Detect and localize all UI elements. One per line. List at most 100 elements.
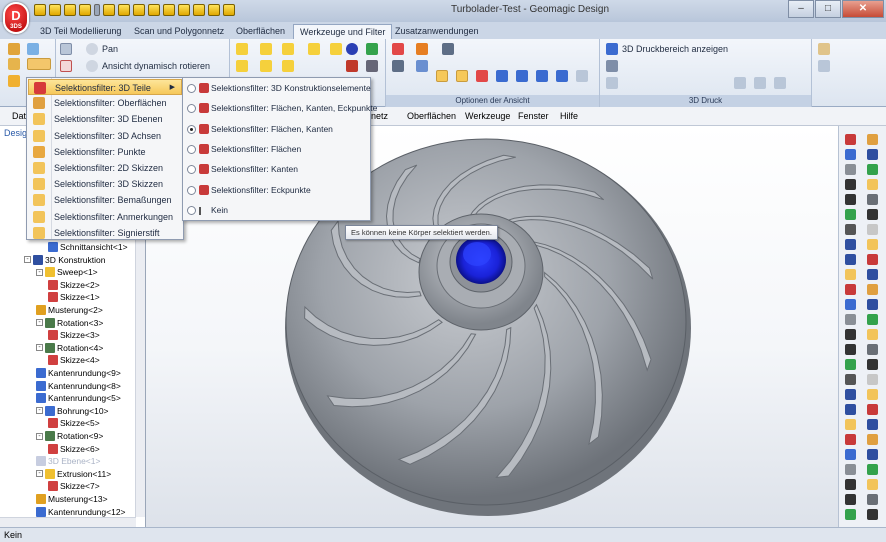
tree-item[interactable]: Kantenrundung<8>: [36, 380, 121, 392]
tree-item[interactable]: - Rotation<3>: [36, 317, 103, 329]
toolbar-tool-icon[interactable]: [867, 134, 878, 145]
tree-item[interactable]: Kantenrundung<12>: [36, 506, 126, 518]
tree-item[interactable]: Kantenrundung<9>: [36, 367, 121, 379]
toolbar-tool-icon[interactable]: [845, 374, 856, 385]
toolbar-tool-icon[interactable]: [867, 314, 878, 325]
tree-item[interactable]: Musterung<2>: [36, 304, 103, 316]
view-option-icon-1[interactable]: [392, 43, 404, 55]
radio-icon[interactable]: [187, 185, 196, 195]
toolbar-tool-icon[interactable]: [867, 434, 878, 445]
radio-icon[interactable]: [187, 84, 196, 93]
tree-item[interactable]: Skizze<2>: [48, 279, 100, 291]
toolbar-tool-icon[interactable]: [845, 449, 856, 460]
tree-item[interactable]: Musterung<13>: [36, 493, 108, 505]
tree-item[interactable]: - Extrusion<11>: [36, 468, 111, 480]
open-icon[interactable]: [49, 4, 61, 16]
toolbar-tool-icon[interactable]: [845, 179, 856, 190]
display-icon-4[interactable]: [282, 60, 294, 72]
toolbar-tool-icon[interactable]: [845, 269, 856, 280]
display-icon-2[interactable]: [236, 60, 248, 72]
selection-filter-item[interactable]: Selektionsfilter: 2D Skizzen: [28, 160, 182, 176]
toolbar-tool-icon[interactable]: [867, 164, 878, 175]
selection-filter-item[interactable]: Selektionsfilter: Punkte: [28, 144, 182, 160]
menu-window[interactable]: Fenster: [518, 111, 549, 121]
radio-icon[interactable]: [187, 205, 196, 215]
print-option-icon-2[interactable]: [754, 77, 766, 89]
toolbar-tool-icon[interactable]: [867, 359, 878, 370]
radio-icon[interactable]: [187, 104, 196, 114]
toolbar-tool-icon[interactable]: [845, 239, 856, 250]
rotate-button[interactable]: Ansicht dynamisch rotieren: [102, 61, 210, 71]
toolbar-tool-icon[interactable]: [845, 389, 856, 400]
submenu-item[interactable]: Selektionsfilter: Eckpunkte: [184, 181, 369, 200]
selection-filter-button[interactable]: [27, 58, 51, 70]
view-top-icon[interactable]: [148, 4, 160, 16]
view-option-icon-12[interactable]: [556, 70, 568, 82]
view-option-icon-4[interactable]: [392, 60, 404, 72]
toolbar-tool-icon[interactable]: [845, 434, 856, 445]
app-logo-button[interactable]: D 3DS: [3, 2, 29, 34]
toolbar-tool-icon[interactable]: [845, 149, 856, 160]
collapse-icon[interactable]: -: [36, 432, 43, 440]
submenu-item[interactable]: Selektionsfilter: Flächen, Kanten, Eckpu…: [184, 99, 377, 118]
toolbar-tool-icon[interactable]: [867, 179, 878, 190]
toolbar-tool-icon[interactable]: [845, 509, 856, 520]
toolbar-tool-icon[interactable]: [867, 254, 878, 265]
tab-scan-mesh[interactable]: Scan und Polygonnetz: [128, 24, 230, 39]
hidden-line-icon[interactable]: [308, 43, 320, 55]
tree-item[interactable]: Skizze<1>: [48, 291, 100, 303]
collapse-icon[interactable]: -: [36, 319, 43, 327]
hand-icon[interactable]: [8, 75, 20, 87]
selection-filter-item[interactable]: Selektionsfilter: Oberflächen: [28, 95, 182, 111]
toolbar-tool-icon[interactable]: [867, 149, 878, 160]
radio-icon[interactable]: [187, 124, 196, 134]
view-option-icon-7[interactable]: [456, 70, 468, 82]
select-mode-icon[interactable]: [27, 43, 39, 55]
tree-item[interactable]: Skizze<6>: [48, 443, 100, 455]
transparent-icon[interactable]: [330, 43, 342, 55]
view-mode-icon[interactable]: [60, 43, 72, 55]
panel-tab-design[interactable]: Desig: [4, 128, 27, 138]
wireframe-icon[interactable]: [282, 43, 294, 55]
view-option-icon-2[interactable]: [416, 43, 428, 55]
view-iso-icon[interactable]: [163, 4, 175, 16]
tree-item[interactable]: - Rotation<9>: [36, 430, 103, 442]
close-button[interactable]: ✕: [842, 0, 884, 18]
toolbar-tool-icon[interactable]: [845, 329, 856, 340]
tree-item[interactable]: - Rotation<4>: [36, 342, 103, 354]
light-icon[interactable]: [366, 43, 378, 55]
undo-icon[interactable]: [79, 4, 91, 16]
toolbar-tool-icon[interactable]: [867, 239, 878, 250]
toolbar-tool-icon[interactable]: [867, 329, 878, 340]
toolbar-tool-icon[interactable]: [845, 209, 856, 220]
pan-button[interactable]: Pan: [102, 44, 118, 54]
view-option-icon-5[interactable]: [416, 60, 428, 72]
selection-filter-item[interactable]: Selektionsfilter: 3D Teile ▶: [28, 79, 182, 95]
toolbar-tool-icon[interactable]: [845, 419, 856, 430]
menu-surfaces[interactable]: Oberflächen: [407, 111, 456, 121]
radio-icon[interactable]: [187, 144, 196, 154]
toolbar-tool-icon[interactable]: [845, 254, 856, 265]
lasso-icon[interactable]: [8, 58, 20, 70]
view-option-icon-3[interactable]: [442, 43, 454, 55]
collapse-icon[interactable]: -: [36, 268, 43, 276]
submenu-item[interactable]: Selektionsfilter: Flächen, Kanten: [184, 120, 369, 139]
selection-filter-item[interactable]: Selektionsfilter: 3D Ebenen: [28, 111, 182, 127]
tab-3d-modelling[interactable]: 3D Teil Modellierung: [34, 24, 127, 39]
toolbar-tool-icon[interactable]: [845, 194, 856, 205]
pointer-icon[interactable]: [8, 43, 20, 55]
selection-filter-item[interactable]: Selektionsfilter: Anmerkungen: [28, 209, 182, 225]
view-option-icon-8[interactable]: [476, 70, 488, 82]
toolbar-tool-icon[interactable]: [845, 299, 856, 310]
view-left-icon[interactable]: [208, 4, 220, 16]
toolbar-tool-icon[interactable]: [845, 404, 856, 415]
tree-item[interactable]: - 3D Konstruktion: [24, 254, 105, 266]
shaded-icon[interactable]: [236, 43, 248, 55]
toolbar-tool-icon[interactable]: [845, 344, 856, 355]
minimize-button[interactable]: –: [788, 0, 814, 18]
tree-item[interactable]: Skizze<7>: [48, 480, 100, 492]
view-option-icon-11[interactable]: [536, 70, 548, 82]
toolbar-tool-icon[interactable]: [867, 269, 878, 280]
collapse-icon[interactable]: -: [24, 256, 31, 264]
shaded-edges-icon[interactable]: [260, 43, 272, 55]
